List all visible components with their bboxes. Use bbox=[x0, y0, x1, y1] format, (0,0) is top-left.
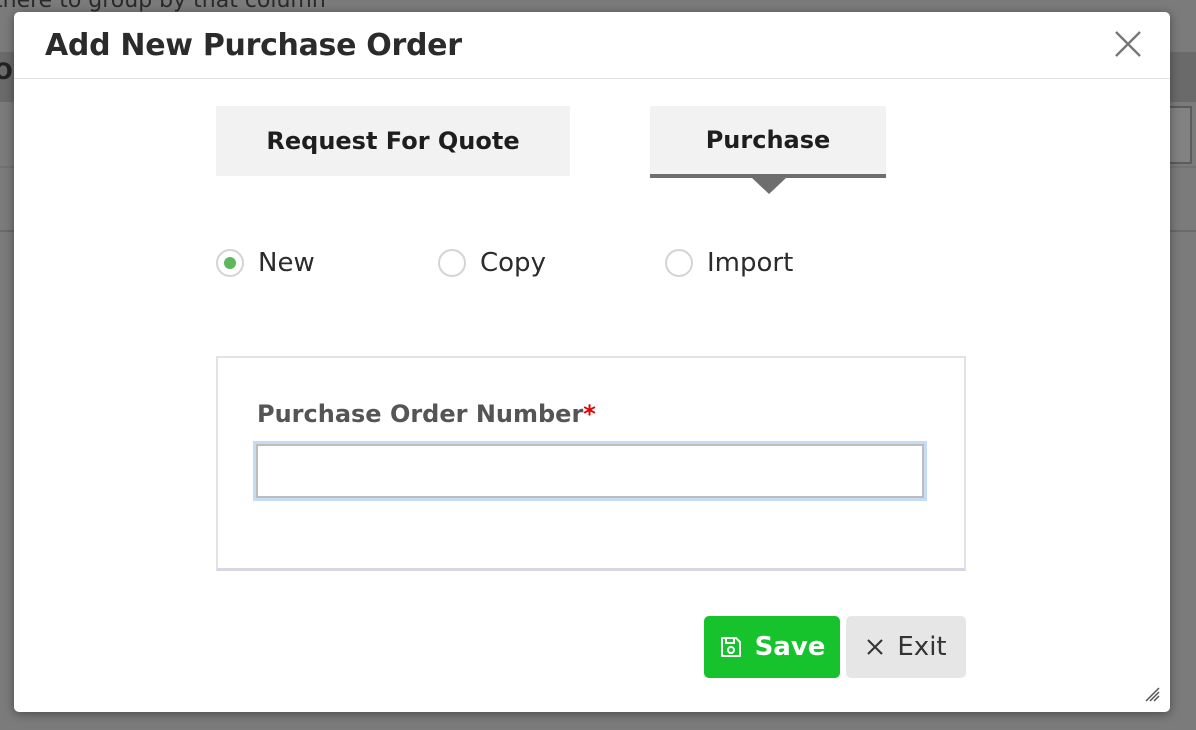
dialog-title: Add New Purchase Order bbox=[45, 28, 462, 63]
floppy-disk-icon bbox=[719, 635, 743, 659]
exit-label: Exit bbox=[897, 632, 947, 662]
tab-label: Request For Quote bbox=[266, 127, 520, 155]
exit-button[interactable]: Exit bbox=[846, 616, 966, 678]
radio-label: Import bbox=[707, 248, 794, 278]
radio-button[interactable] bbox=[665, 249, 693, 277]
po-number-label: Purchase Order Number* bbox=[257, 400, 596, 428]
radio-copy[interactable]: Copy bbox=[438, 248, 546, 278]
save-label: Save bbox=[754, 632, 826, 662]
save-button[interactable]: Save bbox=[704, 616, 840, 678]
po-number-input[interactable] bbox=[253, 441, 927, 501]
tab-request-for-quote[interactable]: Request For Quote bbox=[216, 106, 570, 176]
tab-purchase[interactable]: Purchase bbox=[650, 106, 886, 178]
tab-label: Purchase bbox=[705, 126, 831, 154]
required-marker: * bbox=[583, 400, 596, 428]
radio-label: Copy bbox=[480, 248, 546, 278]
close-icon bbox=[1115, 31, 1141, 57]
form-panel: Purchase Order Number* bbox=[216, 356, 966, 571]
close-button[interactable] bbox=[1112, 28, 1144, 60]
dialog-header: Add New Purchase Order bbox=[14, 12, 1170, 79]
add-purchase-order-dialog: Add New Purchase Order Request For Quote… bbox=[14, 12, 1170, 712]
active-tab-indicator bbox=[752, 178, 786, 194]
radio-button-checked[interactable] bbox=[216, 249, 244, 277]
radio-import[interactable]: Import bbox=[665, 248, 793, 278]
radio-button[interactable] bbox=[438, 249, 466, 277]
radio-label: New bbox=[258, 248, 315, 278]
resize-handle[interactable] bbox=[1144, 686, 1160, 702]
radio-new[interactable]: New bbox=[216, 248, 315, 278]
close-icon bbox=[865, 637, 885, 657]
